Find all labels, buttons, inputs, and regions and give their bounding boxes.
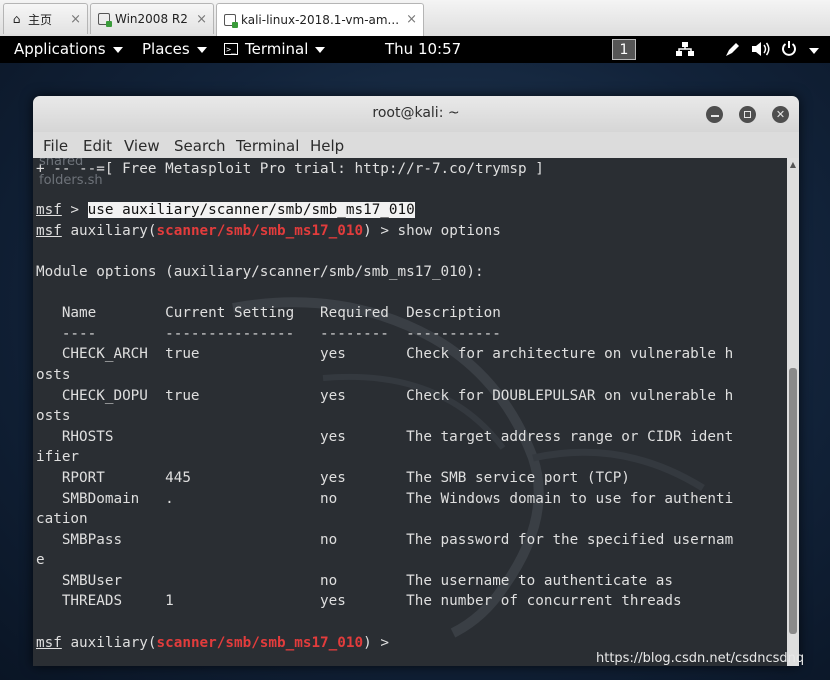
module-prefix: auxiliary( [70,222,157,239]
tab-win2008[interactable]: Win2008 R2 × [90,3,214,34]
close-icon[interactable]: × [70,12,81,27]
module-name: scanner/smb/smb_ms17_010 [156,222,364,239]
close-icon[interactable]: × [406,12,417,27]
minimize-icon [710,115,719,117]
close-icon[interactable]: × [196,12,207,27]
table-underline: ---- --------------- -------- ----------… [36,325,501,342]
home-icon: ⌂ [12,12,21,26]
tab-label: kali-linux-2018.1-vm-am... [241,13,400,27]
table-row-wrap: osts [36,366,71,383]
scrollbar[interactable]: ▲ [787,158,799,666]
module-prefix: auxiliary( [70,634,157,651]
chevron-down-icon [112,47,123,53]
terminal-output[interactable]: shared folders.sh + -- --=[ Free Metaspl… [33,158,787,666]
table-row-wrap: osts [36,408,71,425]
table-row: SMBUser no The username to authenticate … [36,572,673,589]
table-row-wrap: cation [36,511,88,528]
power-icon[interactable] [781,40,797,57]
module-name: scanner/smb/smb_ms17_010 [156,634,364,651]
tab-label: 主页 [28,12,53,27]
minimize-button[interactable] [706,106,723,123]
vm-icon [223,14,238,28]
menu-edit[interactable]: Edit [83,137,112,155]
table-row: SMBDomain . no The Windows domain to use… [36,490,734,507]
msf-prompt: msf [36,634,62,651]
table-row: RHOSTS yes The target address range or C… [36,428,734,445]
applications-label: Applications [14,40,106,58]
msf-prompt: msf [36,222,62,239]
table-row: THREADS 1 yes The number of concurrent t… [36,593,682,610]
vm-icon [97,13,112,27]
msf-prompt: msf [36,202,62,219]
maximize-icon [744,111,751,118]
terminal-app-menu[interactable]: >_ Terminal [224,40,326,58]
table-row: RPORT 445 yes The SMB service port (TCP) [36,469,630,486]
maximize-button[interactable] [739,106,756,123]
terminal-icon: >_ [224,43,238,55]
tab-home[interactable]: ⌂ 主页 × [3,3,88,34]
chevron-down-icon [315,47,326,53]
scrollbar-thumb[interactable] [789,368,797,634]
window-title: root@kali: ~ [372,105,460,121]
pen-icon[interactable] [723,40,741,58]
table-row-wrap: e [36,552,45,569]
scroll-up-arrow-icon[interactable]: ▲ [787,160,799,170]
tab-label: Win2008 R2 [115,12,188,26]
command-line-2: show options [397,222,501,239]
vm-tab-bar: ⌂ 主页 × Win2008 R2 × kali-linux-2018.1-vm… [0,0,830,37]
gnome-top-panel: Applications Places >_ Terminal Thu 10:5… [0,36,830,63]
menu-search[interactable]: Search [174,137,226,155]
table-row: SMBPass no The password for the specifie… [36,531,734,548]
volume-icon[interactable] [751,41,771,57]
terminal-text: + -- --=[ Free Metasploit Pro trial: htt… [36,161,734,651]
tab-kali[interactable]: kali-linux-2018.1-vm-am... × [216,3,424,36]
workspace-indicator[interactable]: 1 [612,39,636,60]
menu-view[interactable]: View [124,137,160,155]
close-icon: ✕ [775,108,786,121]
command-line-1: use auxiliary/scanner/smb/smb_ms17_010 [87,202,415,219]
chevron-down-icon[interactable] [809,48,819,54]
terminal-label: Terminal [245,40,309,58]
module-suffix: ) [363,634,372,651]
clock[interactable]: Thu 10:57 [385,40,461,58]
applications-menu[interactable]: Applications [14,40,123,58]
options-table: Name Current Setting Required Descriptio… [36,305,733,609]
table-header: Name Current Setting Required Descriptio… [36,305,501,322]
window-titlebar[interactable]: root@kali: ~ ✕ [33,96,799,132]
places-menu[interactable]: Places [142,40,207,58]
menu-file[interactable]: File [43,137,68,155]
chevron-down-icon [196,47,207,53]
network-icon[interactable] [676,42,694,57]
promo-line: + -- --=[ Free Metasploit Pro trial: htt… [36,161,544,177]
menu-terminal[interactable]: Terminal [236,137,299,155]
menu-help[interactable]: Help [310,137,344,155]
close-button[interactable]: ✕ [772,106,789,123]
watermark-text: https://blog.csdn.net/csdncsdnq [596,651,805,666]
table-row-wrap: ifier [36,449,80,466]
places-label: Places [142,40,190,58]
module-options-header: Module options (auxiliary/scanner/smb/sm… [36,263,484,280]
clock-label: Thu 10:57 [385,40,462,58]
table-row: CHECK_ARCH true yes Check for architectu… [36,346,734,363]
terminal-menubar: File Edit View Search Terminal Help [33,132,799,159]
terminal-window: root@kali: ~ ✕ File Edit View Search Ter… [33,96,799,666]
table-row: CHECK_DOPU true yes Check for DOUBLEPULS… [36,387,734,404]
module-suffix: ) [363,222,372,239]
